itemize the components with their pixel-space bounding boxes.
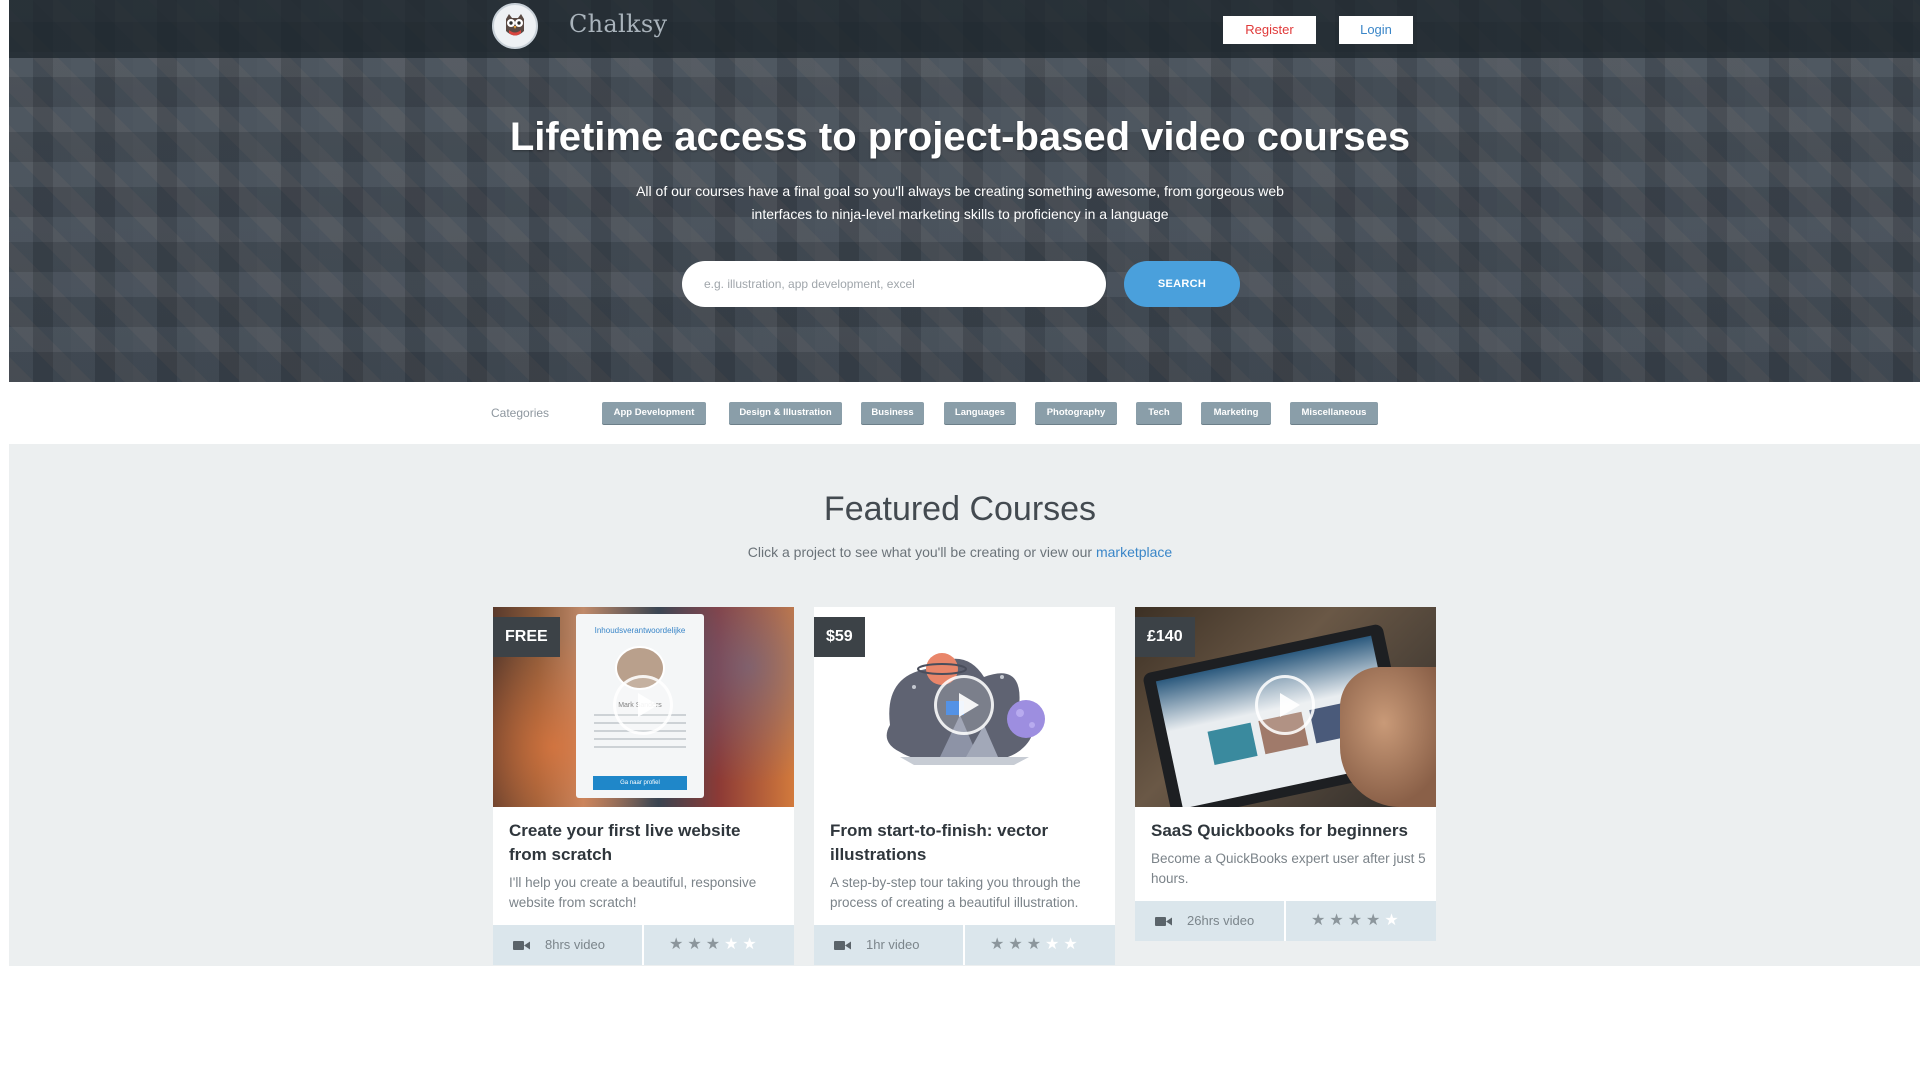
star-rating: ★★★★★ xyxy=(990,934,1082,953)
course-footer: 8hrs video ★★★★★ xyxy=(493,925,794,965)
video-camera-icon xyxy=(513,941,530,950)
category-business[interactable]: Business xyxy=(861,402,924,424)
star-icon: ★ xyxy=(724,934,743,953)
hand xyxy=(1340,667,1436,807)
star-icon: ★ xyxy=(990,934,1009,953)
course-card-1[interactable]: Inhoudsverantwoordelijke Mark Sanders Ga… xyxy=(493,607,794,965)
category-app-development[interactable]: App Development xyxy=(602,402,706,424)
star-icon: ★ xyxy=(742,934,761,953)
screen-tile xyxy=(1207,722,1258,766)
price-badge: £140 xyxy=(1135,617,1195,657)
search-input[interactable] xyxy=(682,261,1106,307)
search-button[interactable]: SEARCH xyxy=(1124,261,1240,307)
mockup-button: Ga naar profiel xyxy=(593,776,687,790)
star-icon: ★ xyxy=(705,934,725,953)
footer-divider xyxy=(1284,901,1286,941)
star-icon: ★ xyxy=(669,934,688,953)
star-icon: ★ xyxy=(1384,910,1403,929)
owl-logo-icon[interactable] xyxy=(492,3,538,49)
video-duration: 26hrs video xyxy=(1187,913,1255,928)
course-footer: 26hrs video ★★★★★ xyxy=(1135,901,1436,941)
featured-subtitle-text: Click a project to see what you'll be cr… xyxy=(747,544,1096,560)
video-camera-icon xyxy=(1155,917,1172,926)
course-footer: 1hr video ★★★★★ xyxy=(814,925,1115,965)
register-button[interactable]: Register xyxy=(1223,16,1316,44)
star-rating: ★★★★★ xyxy=(669,934,761,953)
categories-label: Categories xyxy=(491,406,550,420)
price-badge: FREE xyxy=(493,617,560,657)
owl-icon xyxy=(506,14,524,36)
login-button[interactable]: Login xyxy=(1339,16,1413,44)
category-design-illustration[interactable]: Design & Illustration xyxy=(729,402,842,424)
star-icon: ★ xyxy=(1026,934,1046,953)
star-rating: ★★★★★ xyxy=(1311,910,1403,929)
course-title[interactable]: SaaS Quickbooks for beginners xyxy=(1151,819,1421,843)
course-description: I'll help you create a beautiful, respon… xyxy=(509,875,757,910)
video-duration: 1hr video xyxy=(866,937,920,952)
hero-subtitle: All of our courses have a final goal so … xyxy=(636,183,1284,222)
mockup-heading: Inhoudsverantwoordelijke xyxy=(594,626,686,635)
category-tech[interactable]: Tech xyxy=(1136,402,1182,424)
video-duration: 8hrs video xyxy=(545,937,605,952)
course-description: A step-by-step tour taking you through t… xyxy=(830,875,1081,910)
category-photography[interactable]: Photography xyxy=(1035,402,1117,424)
star-icon: ★ xyxy=(1311,910,1330,929)
play-icon[interactable] xyxy=(934,675,994,735)
category-languages[interactable]: Languages xyxy=(944,402,1016,424)
course-card-3[interactable]: £140 SaaS Quickbooks for beginners Becom… xyxy=(1135,607,1436,941)
star-icon: ★ xyxy=(1063,934,1082,953)
play-icon[interactable] xyxy=(613,675,673,735)
course-card-2[interactable]: $59 From start-to-finish: vector illustr… xyxy=(814,607,1115,965)
course-title[interactable]: Create your first live website from scra… xyxy=(509,819,779,867)
play-icon[interactable] xyxy=(1255,675,1315,735)
brand-name[interactable]: Chalksy xyxy=(569,10,667,38)
star-icon: ★ xyxy=(1329,910,1348,929)
video-camera-icon xyxy=(834,941,851,950)
hero-title: Lifetime access to project-based video c… xyxy=(509,115,1411,159)
star-icon: ★ xyxy=(1045,934,1064,953)
featured-title: Featured Courses xyxy=(823,490,1097,528)
category-miscellaneous[interactable]: Miscellaneous xyxy=(1290,402,1378,424)
star-icon: ★ xyxy=(1008,934,1027,953)
category-marketing[interactable]: Marketing xyxy=(1201,402,1271,424)
featured-subtitle: Click a project to see what you'll be cr… xyxy=(0,544,1920,560)
price-badge: $59 xyxy=(814,617,865,657)
course-title[interactable]: From start-to-finish: vector illustratio… xyxy=(830,819,1100,867)
course-description: Become a QuickBooks expert user after ju… xyxy=(1151,851,1426,886)
top-navbar xyxy=(9,0,1920,58)
footer-divider xyxy=(642,925,644,965)
star-icon: ★ xyxy=(1366,910,1385,929)
star-icon: ★ xyxy=(687,934,706,953)
star-icon: ★ xyxy=(1347,910,1367,929)
footer-divider xyxy=(963,925,965,965)
marketplace-link[interactable]: marketplace xyxy=(1096,544,1172,560)
